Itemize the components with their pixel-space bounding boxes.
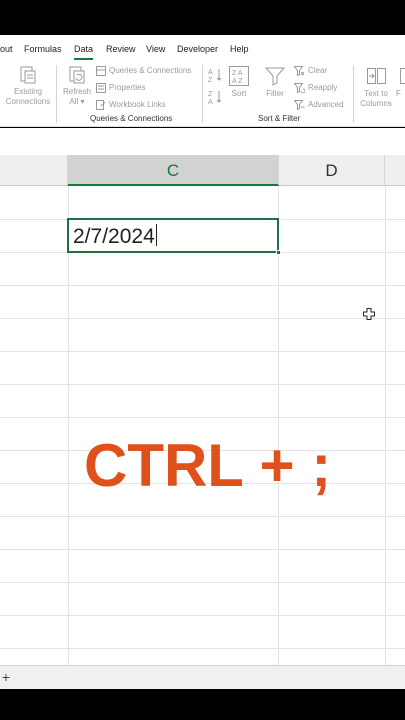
svg-text:Z: Z [208,91,213,98]
svg-text:Z: Z [208,77,213,83]
grid-line [0,582,405,583]
tab-data[interactable]: Data [74,35,94,61]
advanced-filter-button[interactable]: Advanced [293,99,344,111]
grid-line [0,285,405,286]
cell-value: 2/7/2024 [73,225,155,248]
workbook-links-label: Workbook Links [109,100,166,109]
grid-line [0,351,405,352]
advanced-label: Advanced [308,100,344,109]
dropdown-arrow-icon: ▾ [80,97,85,106]
filter-label: Filter [266,89,284,98]
fill-handle[interactable] [276,250,281,255]
tab-review[interactable]: Review [106,35,136,61]
ribbon-divider [353,65,354,123]
refresh-line1: Refresh [62,87,91,96]
workbook-links-icon [96,99,106,110]
reapply-icon [293,82,306,94]
group-label-sort-filter: Sort & Filter [258,114,301,123]
svg-text:A: A [208,69,213,76]
grid-line [0,549,405,550]
tab-view[interactable]: View [146,35,165,61]
text-to-columns-button[interactable]: Text to Columns [358,65,394,109]
filter-button[interactable]: Filter [262,65,288,99]
refresh-icon [69,66,85,84]
queries-icon [96,65,106,76]
clear-label: Clear [308,66,328,75]
tab-page-layout[interactable]: out [0,35,13,61]
top-black-strip [0,0,405,35]
tab-formulas[interactable]: Formulas [24,35,62,61]
queries-connections-button[interactable]: Queries & Connections [96,65,191,77]
svg-text:A: A [208,99,213,105]
properties-label: Properties [109,83,146,92]
tab-help[interactable]: Help [230,35,249,61]
column-d-label: D [325,161,338,180]
column-c-label: C [166,161,180,180]
excel-app: out Formulas Data Review View Developer … [0,0,405,720]
refresh-line2-text: All [69,97,79,106]
worksheet-grid[interactable]: 2/7/2024 CTRL + ; [0,186,405,665]
ribbon-tabs: out Formulas Data Review View Developer … [0,35,405,61]
add-sheet-button[interactable]: + [0,668,12,686]
active-cell-c[interactable]: 2/7/2024 [67,218,281,255]
sort-button[interactable]: Z A A Z Sort [226,65,252,99]
existing-line2: Connections [5,97,51,106]
column-header-b[interactable]: B [0,155,68,185]
reapply-button[interactable]: Reapply [293,82,338,94]
cell-editor[interactable]: 2/7/2024 [73,224,157,250]
grid-line [68,186,69,665]
flash-fill-label: F [396,89,401,98]
sort-az-icon: A Z [208,69,222,84]
column-header-c[interactable]: C [68,155,279,186]
shortcut-overlay: CTRL + ; [84,432,332,499]
workbook-links-button[interactable]: Workbook Links [96,99,166,111]
column-header-d[interactable]: D [279,155,385,185]
properties-icon [96,82,106,93]
grid-line [0,417,405,418]
refresh-line2: All ▾ [62,97,92,107]
flash-fill-button[interactable]: F [396,65,405,99]
tab-developer[interactable]: Developer [177,35,218,61]
ribbon-data: Existing Connections Refresh All ▾ Queri… [0,61,405,127]
sort-label: Sort [231,89,247,98]
sort-descending-button[interactable]: Z A [207,89,223,107]
sort-za-icon: Z A [208,91,222,106]
queries-connections-label: Queries & Connections [109,66,192,75]
sheet-tab-bar: + [0,665,405,689]
svg-text:A Z: A Z [232,78,243,85]
existing-connections-icon [20,66,36,84]
grid-line [0,516,405,517]
text-to-columns-line2: Columns [360,99,392,108]
refresh-all-button[interactable]: Refresh All ▾ [62,65,92,107]
sort-icon: Z A A Z [229,66,249,86]
sort-ascending-button[interactable]: A Z [207,67,223,85]
grid-line [278,186,279,665]
filter-funnel-icon [264,67,286,86]
ribbon-divider [56,65,57,123]
text-to-columns-icon [367,68,386,84]
bottom-black-strip [0,689,405,720]
cell-cursor-cross-icon [363,308,375,320]
column-header-e[interactable] [385,155,405,185]
text-to-columns-line1: Text to [364,89,388,98]
clear-filter-icon [293,65,305,77]
group-label-queries: Queries & Connections [90,114,173,123]
properties-button[interactable]: Properties [96,82,145,94]
text-caret [155,224,157,246]
existing-line1: Existing [13,87,42,96]
svg-text:Z A: Z A [232,70,243,77]
clear-filter-button[interactable]: Clear [293,65,328,77]
grid-line [0,318,405,319]
reapply-label: Reapply [308,83,338,92]
grid-line [0,648,405,649]
formula-bar-area [0,128,405,155]
existing-connections-button[interactable]: Existing Connections [5,65,51,107]
grid-line [0,384,405,385]
column-headers: B C D [0,155,405,186]
grid-line [0,615,405,616]
grid-line [385,186,386,665]
ribbon-divider [202,65,203,123]
flash-fill-icon [400,68,405,84]
advanced-filter-icon [293,99,305,111]
